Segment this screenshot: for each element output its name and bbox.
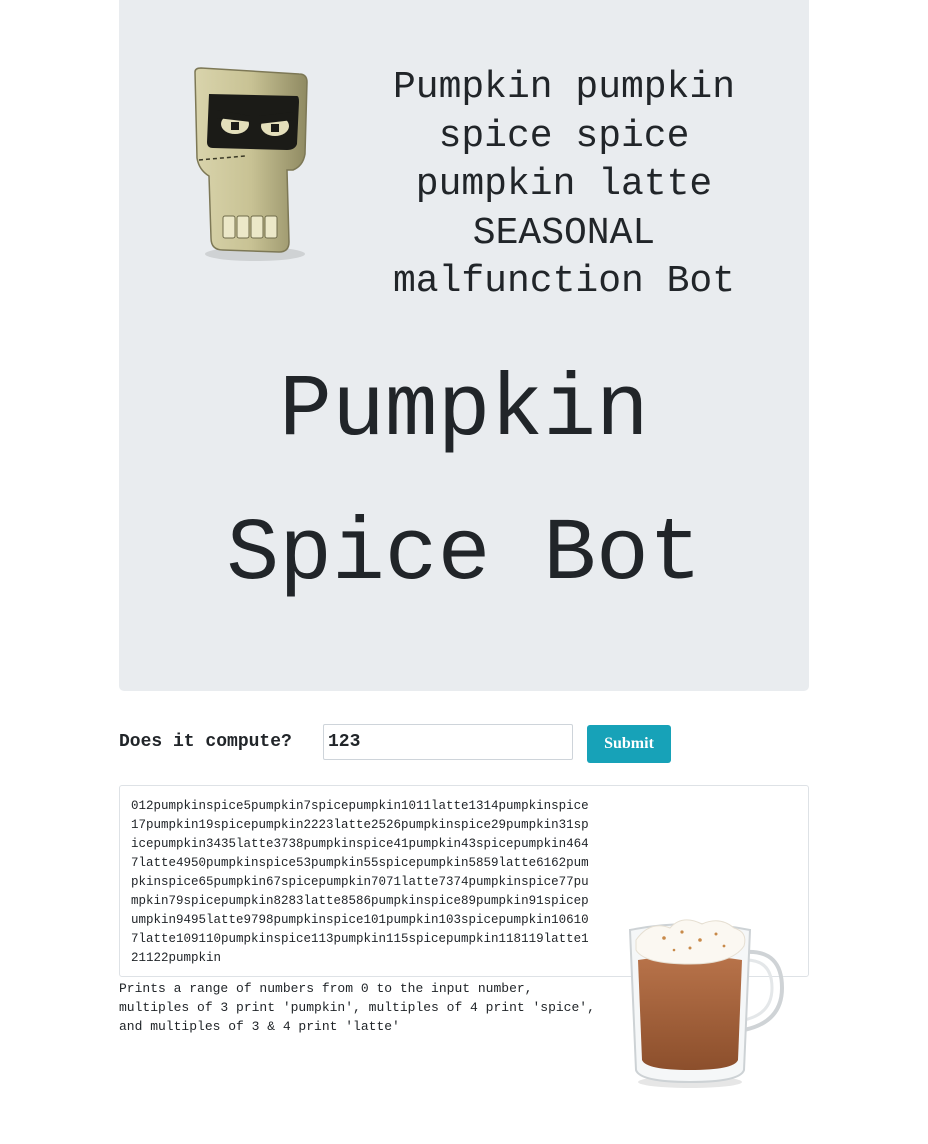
title-line: Spice Bot <box>226 506 702 605</box>
description-line: multiples of 3 print 'pumpkin', multiple… <box>119 1000 595 1015</box>
tagline-line: Pumpkin pumpkin <box>392 66 736 109</box>
description: Prints a range of numbers from 0 to the … <box>119 979 609 1036</box>
title-line: Pumpkin <box>279 362 649 461</box>
number-input[interactable] <box>323 724 573 760</box>
tagline-line: malfunction Bot <box>392 260 736 303</box>
submit-button[interactable]: Submit <box>587 725 671 763</box>
output-text: 012pumpkinspice5pumpkin7spicepumpkin1011… <box>131 799 589 965</box>
tagline-line: pumpkin latte <box>415 163 713 206</box>
tagline-line: spice spice <box>438 114 690 158</box>
hero-jumbotron: Pumpkin pumpkin spice spice pumpkin latt… <box>119 0 809 691</box>
description-line: and multiples of 3 & 4 print 'latte' <box>119 1019 400 1034</box>
bot-tagline: Pumpkin pumpkin spice spice pumpkin latt… <box>374 64 754 307</box>
compute-label: Does it compute? <box>119 732 292 752</box>
tagline-line: SEASONAL <box>472 211 656 255</box>
description-line: Prints a range of numbers from 0 to the … <box>119 981 533 996</box>
robot-mascot-icon <box>194 67 308 261</box>
pumpkin-latte-mug-icon <box>628 919 785 1088</box>
compute-form: Does it compute? Submit <box>119 724 719 763</box>
page-title: Pumpkin Spice Bot <box>119 340 809 628</box>
